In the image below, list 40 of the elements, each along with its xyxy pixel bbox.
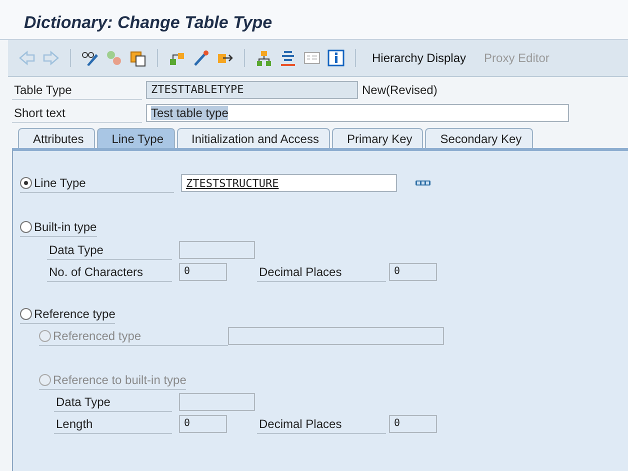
field-label: Length bbox=[54, 414, 172, 434]
field-label: Table Type bbox=[12, 80, 142, 100]
input-field[interactable] bbox=[228, 327, 444, 345]
radio-label: Referenced type bbox=[53, 328, 142, 342]
tab[interactable]: Primary Key bbox=[332, 128, 424, 148]
field-label: Data Type bbox=[47, 240, 172, 260]
radio-label: Built-in type bbox=[34, 220, 97, 234]
info-icon[interactable] bbox=[327, 49, 345, 67]
tab[interactable]: Initialization and Access bbox=[176, 128, 330, 148]
radio-button[interactable] bbox=[20, 308, 32, 320]
more-icon[interactable] bbox=[415, 180, 431, 186]
field-label: Data Type bbox=[54, 392, 172, 412]
glasses-pencil-icon[interactable] bbox=[81, 49, 99, 67]
field-label: No. of Characters bbox=[47, 262, 172, 282]
input-field[interactable]: ZTESTTABLETYPE bbox=[146, 81, 358, 99]
window-title: Dictionary: Change Table Type bbox=[0, 0, 628, 40]
radio-label: Reference to built-in type bbox=[53, 372, 186, 386]
toolbar-button[interactable]: Hierarchy Display bbox=[366, 49, 472, 67]
magic-wand-icon[interactable] bbox=[192, 49, 210, 67]
input-field[interactable]: 0 bbox=[179, 263, 227, 281]
input-field[interactable] bbox=[179, 241, 255, 259]
field-label: Short text bbox=[12, 104, 142, 122]
input-field[interactable]: ZTESTSTRUCTURE bbox=[181, 174, 397, 192]
hierarchy-icon[interactable] bbox=[255, 49, 273, 67]
tab[interactable]: Attributes bbox=[18, 128, 95, 148]
radio-label: Line Type bbox=[34, 176, 86, 190]
list-icon[interactable] bbox=[303, 49, 321, 67]
field-label: Decimal Places bbox=[257, 414, 386, 434]
radio-button[interactable] bbox=[20, 176, 32, 188]
input-field[interactable]: Test table type bbox=[146, 104, 569, 122]
tab[interactable]: Line Type bbox=[96, 128, 175, 148]
radio-label: Reference type bbox=[34, 306, 116, 320]
radio-button[interactable] bbox=[20, 220, 32, 232]
tab[interactable]: Secondary Key bbox=[425, 128, 533, 148]
input-field[interactable] bbox=[179, 393, 255, 411]
input-field[interactable]: 0 bbox=[389, 263, 437, 281]
stacked-lines-icon[interactable] bbox=[279, 49, 297, 67]
field-label: Decimal Places bbox=[257, 262, 386, 282]
status-text: New(Revised) bbox=[362, 83, 438, 97]
copy-icon[interactable] bbox=[129, 49, 147, 67]
